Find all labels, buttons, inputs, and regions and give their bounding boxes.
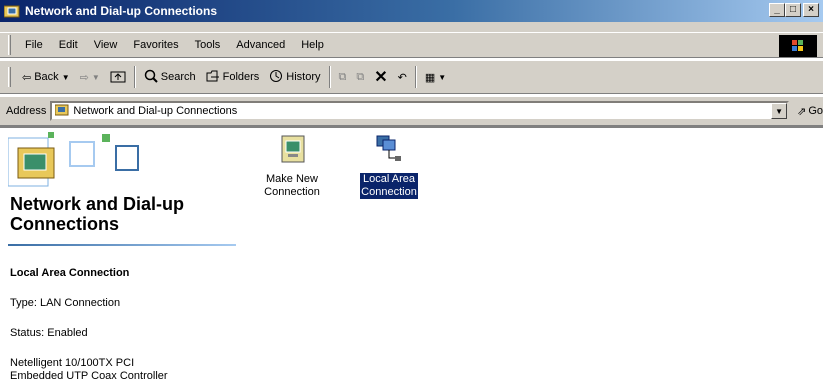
go-button[interactable]: ⇗ Go xyxy=(797,105,823,118)
windows-logo-icon xyxy=(779,35,817,57)
minimize-button[interactable]: _ xyxy=(769,3,785,17)
pane-title: Network and Dial-up Connections xyxy=(10,194,185,234)
web-view-pane: Network and Dial-up Connections Local Ar… xyxy=(8,132,236,383)
make-new-connection-icon xyxy=(281,135,305,163)
menu-grip[interactable] xyxy=(8,35,11,55)
up-folder-icon xyxy=(110,69,126,86)
search-label: Search xyxy=(160,71,196,83)
up-folder-button[interactable] xyxy=(105,65,131,89)
go-arrow-icon: ⇗ xyxy=(797,105,807,118)
connection-type: Type: LAN Connection xyxy=(10,297,121,309)
history-icon xyxy=(269,69,283,86)
address-input[interactable]: Network and Dial-up Connections ▼ xyxy=(50,101,790,121)
back-dropdown-icon[interactable]: ▼ xyxy=(62,73,70,82)
back-label: Back xyxy=(34,71,59,83)
undo-icon: ↶ xyxy=(397,71,407,84)
address-folder-icon xyxy=(54,104,69,119)
address-value: Network and Dial-up Connections xyxy=(73,105,238,117)
forward-button[interactable]: ⇨ ▼ xyxy=(75,65,105,89)
close-button[interactable]: × xyxy=(803,3,819,17)
menu-view[interactable]: View xyxy=(86,39,126,51)
views-dropdown-icon: ▼ xyxy=(438,72,447,82)
local-area-connection-icon xyxy=(376,135,401,161)
selected-item-name: Local Area Connection xyxy=(10,267,130,279)
menu-help[interactable]: Help xyxy=(293,39,332,51)
connection-status: Status: Enabled xyxy=(10,327,88,339)
folder-view: Network and Dial-up Connections Local Ar… xyxy=(0,126,823,383)
menu-favorites[interactable]: Favorites xyxy=(125,39,186,51)
folders-icon xyxy=(206,69,220,86)
title-bar: Network and Dial-up Connections _ □ × xyxy=(0,0,823,22)
history-label: History xyxy=(286,71,321,83)
menu-edit[interactable]: Edit xyxy=(51,39,86,51)
address-dropdown-icon[interactable]: ▼ xyxy=(771,103,788,119)
network-banner-icon xyxy=(8,132,139,187)
history-button[interactable]: History xyxy=(264,65,325,89)
window-title: Network and Dial-up Connections xyxy=(25,4,218,18)
item-label: Local Area Connection xyxy=(359,172,419,200)
forward-dropdown-icon[interactable]: ▼ xyxy=(92,73,100,82)
device-name-line1: Netelligent 10/100TX PCI xyxy=(10,357,135,369)
menu-file[interactable]: File xyxy=(17,39,51,51)
menu-tools[interactable]: Tools xyxy=(187,39,229,51)
toolbar-grip[interactable] xyxy=(8,67,11,87)
toolbar-separator xyxy=(133,66,136,88)
views-button[interactable]: ▦ ▼ xyxy=(420,65,451,89)
menu-advanced[interactable]: Advanced xyxy=(228,39,293,51)
undo-button[interactable]: ↶ xyxy=(393,65,412,89)
network-folder-icon xyxy=(3,4,20,18)
toolbar-separator xyxy=(328,66,331,88)
standard-toolbar: ⇦ Back ▼ ⇨ ▼ Search Folders History ⧉ ⧉ … xyxy=(0,60,823,94)
copy-to-icon: ⧉ xyxy=(356,70,365,83)
make-new-connection-item[interactable]: Make New Connection xyxy=(252,134,332,199)
forward-arrow-icon: ⇨ xyxy=(79,71,89,84)
back-button[interactable]: ⇦ Back ▼ xyxy=(17,65,75,89)
search-button[interactable]: Search xyxy=(139,65,201,89)
address-label: Address xyxy=(6,105,47,117)
menu-bar: File Edit View Favorites Tools Advanced … xyxy=(0,32,823,58)
move-to-icon: ⧉ xyxy=(338,70,347,83)
views-icon: ▦ xyxy=(424,71,436,84)
move-to-button[interactable]: ⧉ xyxy=(334,65,352,89)
go-label: Go xyxy=(808,105,823,117)
copy-to-button[interactable]: ⧉ xyxy=(351,65,369,89)
folders-button[interactable]: Folders xyxy=(201,65,265,89)
local-area-connection-item[interactable]: Local Area Connection xyxy=(349,134,429,200)
toolbar-strip xyxy=(0,22,823,32)
back-arrow-icon: ⇦ xyxy=(22,71,32,84)
toolbar-separator xyxy=(414,66,417,88)
pane-divider xyxy=(8,244,236,246)
delete-icon: ✕ xyxy=(374,69,388,86)
item-label: Make New Connection xyxy=(264,173,320,198)
folders-label: Folders xyxy=(222,71,260,83)
search-icon xyxy=(144,69,158,86)
address-bar: Address Network and Dial-up Connections … xyxy=(0,96,823,126)
device-name-line2: Embedded UTP Coax Controller xyxy=(10,370,168,382)
delete-button[interactable]: ✕ xyxy=(369,65,392,89)
maximize-button[interactable]: □ xyxy=(785,3,801,17)
